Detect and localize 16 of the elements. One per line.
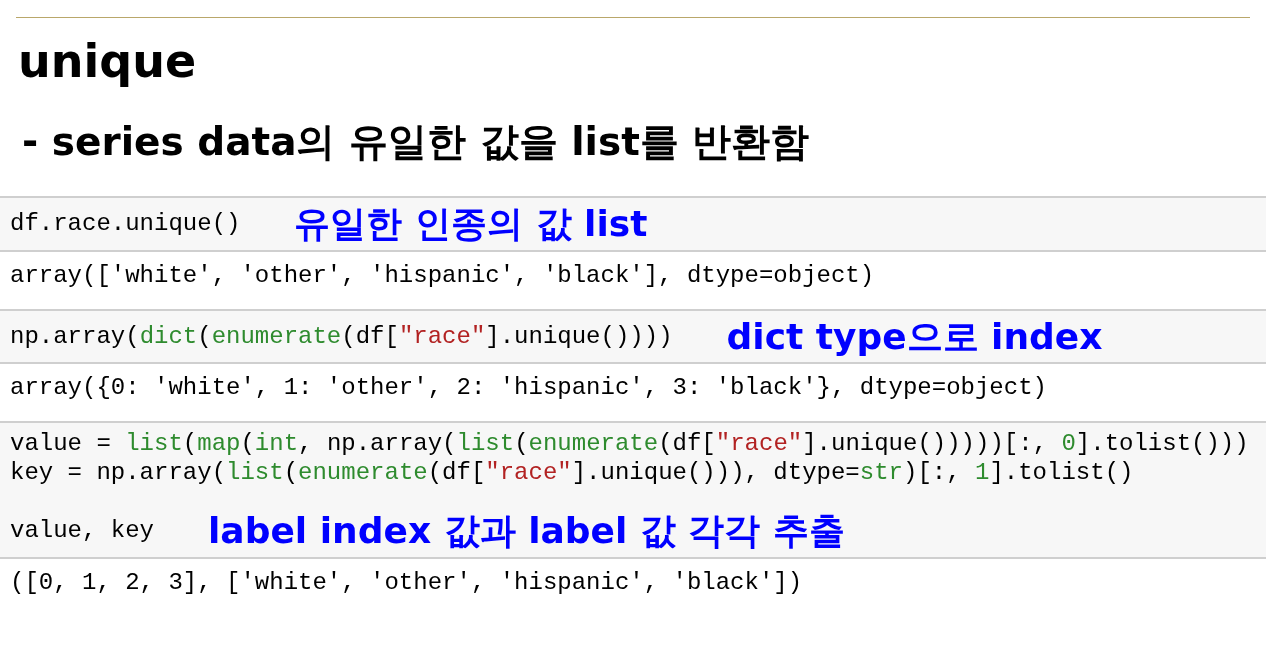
code-output: array({0: 'white', 1: 'other', 2: 'hispanic', 3: 'black'}, dtype=object) — [9, 373, 1047, 402]
slide-subtitle: - series data의 유일한 값을 list를 반환함 — [22, 119, 810, 166]
code-line: value = list(map(int, np.array(list(enumerate(df["race"].unique()))))[:, 0].tolist())) — [10, 430, 1249, 458]
code-output: ([0, 1, 2, 3], ['white', 'other', 'hispanic', 'black']) — [9, 567, 803, 596]
code-line: key = np.array(list(enumerate(df["race"].unique())), dtype=str)[:, 1].tolist() — [10, 459, 1134, 487]
code-cell-input[interactable]: df.race.unique() 유일한 인종의 값 list — [0, 196, 1266, 252]
code-cell-input[interactable] — [0, 421, 1266, 559]
code-line: value, key — [10, 517, 155, 545]
code-line: df.race.unique() — [10, 210, 241, 238]
code-output: array(['white', 'other', 'hispanic', 'black'], dtype=object) — [9, 260, 875, 289]
annotation-text: dict type으로 index — [726, 316, 1103, 357]
code-line: np.array(dict(enumerate(df["race"].unique()))) — [10, 322, 673, 350]
slide-title: unique — [18, 34, 197, 90]
code-cell-input[interactable]: np.array(dict(enumerate(df["race"].unique()))) dict type으로 index — [0, 308, 1266, 365]
annotation-text: label index 값과 label 값 각각 추출 — [208, 511, 845, 551]
annotation-text: 유일한 인종의 값 list — [294, 204, 648, 244]
